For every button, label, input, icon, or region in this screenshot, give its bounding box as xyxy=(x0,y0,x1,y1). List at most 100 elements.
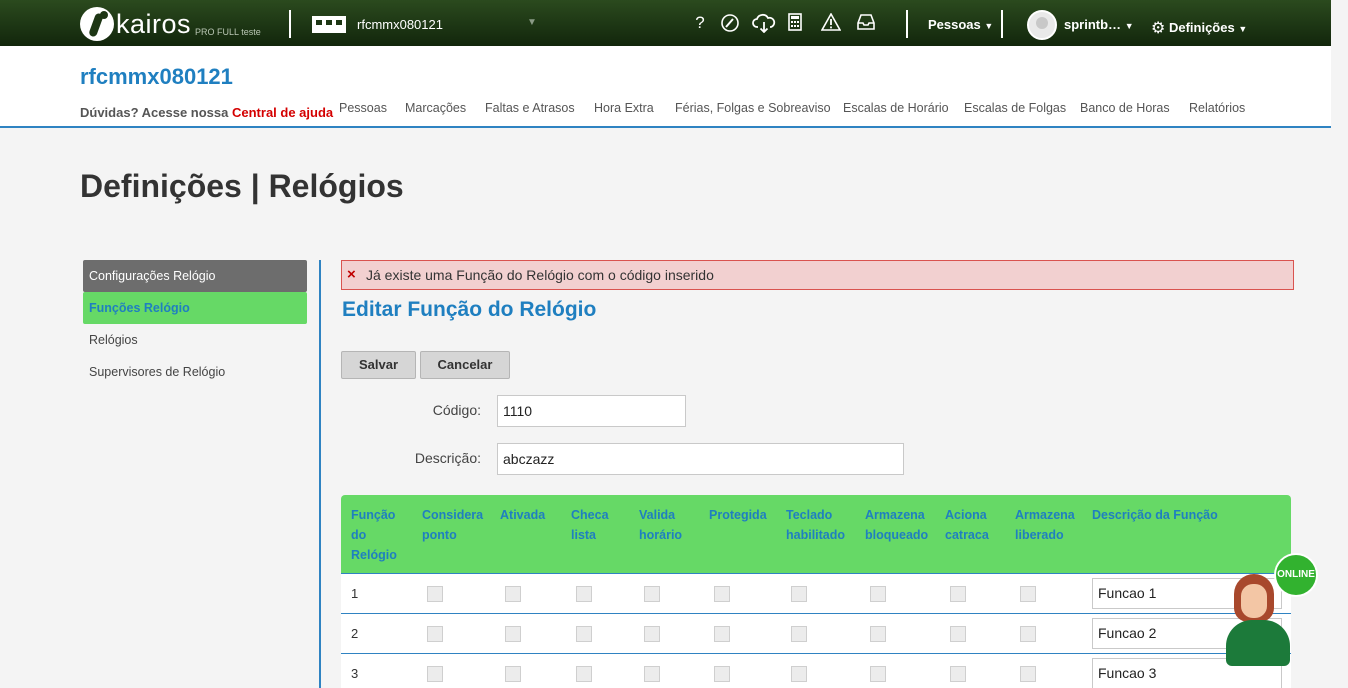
close-icon[interactable]: × xyxy=(347,261,356,289)
table-row: 3 Funcao 3 xyxy=(341,653,1291,688)
nav-ferias-folgas[interactable]: Férias, Folgas e Sobreaviso xyxy=(675,101,831,115)
armazena-bloqueado-checkbox[interactable] xyxy=(870,626,886,642)
header-ativada: Ativada xyxy=(500,508,546,522)
warning-icon[interactable] xyxy=(820,12,842,36)
people-menu[interactable]: Pessoas ▼ xyxy=(928,17,993,32)
armazena-liberado-checkbox[interactable] xyxy=(1020,666,1036,682)
nav-pessoas[interactable]: Pessoas xyxy=(339,101,387,115)
row-number: 1 xyxy=(351,586,359,601)
armazena-liberado-checkbox[interactable] xyxy=(1020,586,1036,602)
topbar-divider xyxy=(906,10,908,38)
valida-horario-checkbox[interactable] xyxy=(644,666,660,682)
kairos-logo-icon xyxy=(80,7,114,41)
help-icon[interactable]: ? xyxy=(689,13,711,33)
nav-banco-horas[interactable]: Banco de Horas xyxy=(1080,101,1170,115)
nav-escalas-folgas[interactable]: Escalas de Folgas xyxy=(964,101,1066,115)
sidebar-item-configuracoes[interactable]: Configurações Relógio xyxy=(83,260,307,292)
ativada-checkbox[interactable] xyxy=(505,666,521,682)
checa-lista-checkbox[interactable] xyxy=(576,666,592,682)
header-valida-horario: Valida horário xyxy=(639,508,683,542)
sidebar-item-supervisores[interactable]: Supervisores de Relógio xyxy=(83,356,307,388)
sidebar-item-relogios[interactable]: Relógios xyxy=(83,324,307,356)
aciona-catraca-checkbox[interactable] xyxy=(950,626,966,642)
content-divider xyxy=(319,260,321,688)
caret-down-icon[interactable]: ▼ xyxy=(527,17,537,28)
checa-lista-checkbox[interactable] xyxy=(576,626,592,642)
table-row: 1 Funcao 1 xyxy=(341,573,1291,613)
teclado-habilitado-checkbox[interactable] xyxy=(791,586,807,602)
kairos-logo[interactable]: kairos PRO FULL teste xyxy=(80,5,261,41)
code-label: Código: xyxy=(432,402,481,418)
nav-marcacoes[interactable]: Marcações xyxy=(405,101,466,115)
gear-icon: ⚙ xyxy=(1151,20,1166,37)
nav-faltas-atrasos[interactable]: Faltas e Atrasos xyxy=(485,101,575,115)
save-button[interactable]: Salvar xyxy=(341,351,416,379)
settings-menu[interactable]: ⚙ Definições ▼ xyxy=(1151,17,1247,37)
considera-ponto-checkbox[interactable] xyxy=(427,666,443,682)
online-badge[interactable]: ONLINE xyxy=(1274,553,1318,597)
valida-horario-checkbox[interactable] xyxy=(644,586,660,602)
considera-ponto-checkbox[interactable] xyxy=(427,626,443,642)
header-aciona-catraca: Aciona catraca xyxy=(945,508,989,542)
top-bar: kairos PRO FULL teste rfcmmx080121 ▼ ? P… xyxy=(0,0,1331,46)
aciona-catraca-checkbox[interactable] xyxy=(950,666,966,682)
user-name: sprintb… xyxy=(1064,17,1122,32)
caret-down-icon: ▼ xyxy=(1124,21,1134,31)
error-alert: × Já existe uma Função do Relógio com o … xyxy=(341,260,1294,290)
header-checa-lista: Checa lista xyxy=(571,508,609,542)
protegida-checkbox[interactable] xyxy=(714,586,730,602)
help-text: Dúvidas? Acesse nossa Central de ajuda xyxy=(80,105,333,120)
teclado-habilitado-checkbox[interactable] xyxy=(791,626,807,642)
page-title: Definições | Relógios xyxy=(80,168,404,204)
header-funcao: Função do Relógio xyxy=(351,508,397,562)
calculator-icon[interactable] xyxy=(784,13,806,36)
form-title: Editar Função do Relógio xyxy=(342,298,597,321)
company-icon xyxy=(312,16,346,33)
nav-relatorios[interactable]: Relatórios xyxy=(1189,101,1245,115)
functions-table-header: Função do Relógio Considera ponto Ativada C… xyxy=(341,495,1291,573)
chat-agent-body xyxy=(1226,620,1290,666)
online-chat-widget[interactable]: ONLINE xyxy=(1224,550,1324,670)
caret-down-icon: ▼ xyxy=(1238,24,1248,34)
header-armazena-bloqueado: Armazena bloqueado xyxy=(865,508,929,542)
header-considera-ponto: Considera ponto xyxy=(422,508,484,542)
header-teclado-habilitado: Teclado habilitado xyxy=(786,508,846,542)
protegida-checkbox[interactable] xyxy=(714,666,730,682)
cloud-download-icon[interactable] xyxy=(752,13,776,38)
inbox-icon[interactable] xyxy=(855,13,877,36)
client-header: rfcmmx080121 Dúvidas? Acesse nossa Centr… xyxy=(0,46,1331,128)
user-menu[interactable]: sprintb… ▼ xyxy=(1064,17,1134,32)
considera-ponto-checkbox[interactable] xyxy=(427,586,443,602)
valida-horario-checkbox[interactable] xyxy=(644,626,660,642)
topbar-divider xyxy=(289,10,291,38)
cancel-button[interactable]: Cancelar xyxy=(420,351,510,379)
armazena-bloqueado-checkbox[interactable] xyxy=(870,586,886,602)
ativada-checkbox[interactable] xyxy=(505,586,521,602)
header-armazena-liberado: Armazena liberado xyxy=(1015,508,1075,542)
people-menu-label: Pessoas xyxy=(928,17,981,32)
caret-down-icon: ▼ xyxy=(984,21,994,31)
code-field[interactable]: 1110 xyxy=(497,395,686,427)
description-field[interactable]: abczazz xyxy=(497,443,904,475)
checa-lista-checkbox[interactable] xyxy=(576,586,592,602)
ativada-checkbox[interactable] xyxy=(505,626,521,642)
topbar-divider xyxy=(1001,10,1003,38)
armazena-bloqueado-checkbox[interactable] xyxy=(870,666,886,682)
sidebar-item-funcoes[interactable]: Funções Relógio xyxy=(83,292,307,324)
nav-escalas-horario[interactable]: Escalas de Horário xyxy=(843,101,949,115)
row-number: 3 xyxy=(351,666,359,681)
logo-subtitle: PRO FULL teste xyxy=(195,27,261,37)
client-title: rfcmmx080121 xyxy=(80,64,233,89)
help-center-link[interactable]: Central de ajuda xyxy=(232,105,333,120)
nav-hora-extra[interactable]: Hora Extra xyxy=(594,101,654,115)
settings-menu-label: Definições xyxy=(1168,20,1235,35)
armazena-liberado-checkbox[interactable] xyxy=(1020,626,1036,642)
company-selector[interactable]: rfcmmx080121 xyxy=(357,17,443,32)
protegida-checkbox[interactable] xyxy=(714,626,730,642)
aciona-catraca-checkbox[interactable] xyxy=(950,586,966,602)
avatar[interactable] xyxy=(1027,10,1057,40)
rocket-icon[interactable] xyxy=(719,13,741,38)
header-descricao-funcao: Descrição da Função xyxy=(1092,508,1218,522)
help-prefix: Dúvidas? Acesse nossa xyxy=(80,105,229,120)
teclado-habilitado-checkbox[interactable] xyxy=(791,666,807,682)
